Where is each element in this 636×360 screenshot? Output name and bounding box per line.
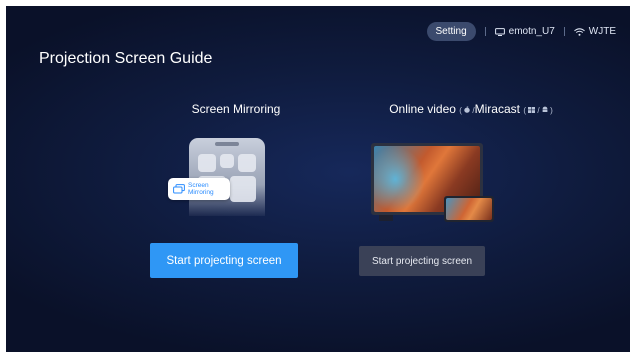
monitor-icon xyxy=(494,27,505,36)
phone-landscape-illustration xyxy=(444,196,494,222)
page-title: Projection Screen Guide xyxy=(39,50,213,67)
wifi-icon xyxy=(573,27,585,36)
tv-screen: Setting emotn_U7 WJTE Projection Screen … xyxy=(6,6,630,352)
phone-illustration xyxy=(189,138,265,216)
screen-mirroring-chip: Screen Mirroring xyxy=(168,178,230,200)
screen-mirroring-option: Screen Mirroring Screen Mirroring Start … xyxy=(136,102,336,278)
online-video-option: Online video ( /Miracast ( / ) Start pro… xyxy=(356,102,586,276)
online-video-title: Online video ( /Miracast ( / ) xyxy=(356,102,586,116)
wifi-status: WJTE xyxy=(573,26,616,37)
start-projecting-online-button[interactable]: Start projecting screen xyxy=(359,246,485,276)
divider xyxy=(484,27,486,36)
device-status: emotn_U7 xyxy=(494,26,555,37)
chip-label-line2: Mirroring xyxy=(188,189,214,196)
screen-mirroring-title: Screen Mirroring xyxy=(191,102,281,116)
divider xyxy=(563,27,565,36)
miracast-hint: ( / ) xyxy=(523,106,553,115)
chip-label-line1: Screen xyxy=(188,182,209,189)
screen-mirror-icon xyxy=(173,184,185,194)
online-video-label: Online video xyxy=(389,102,456,116)
setting-button[interactable]: Setting xyxy=(426,22,476,41)
device-name: emotn_U7 xyxy=(508,26,555,37)
status-bar: Setting emotn_U7 WJTE xyxy=(426,22,616,41)
wifi-name: WJTE xyxy=(588,26,616,37)
miracast-label: Miracast xyxy=(474,102,520,116)
start-projecting-mirroring-button[interactable]: Start projecting screen xyxy=(150,243,298,278)
online-hint: ( / xyxy=(459,106,475,115)
